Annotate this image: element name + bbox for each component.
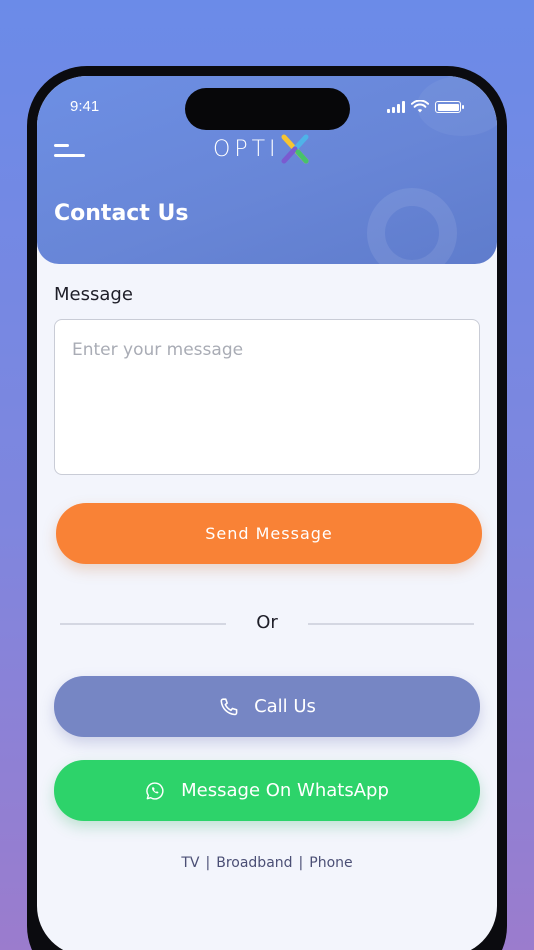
- status-icons: [387, 100, 464, 113]
- or-divider: Or: [60, 612, 474, 636]
- dynamic-island: [185, 88, 350, 130]
- whatsapp-button[interactable]: Message On WhatsApp: [54, 760, 480, 821]
- app-screen: 9:41 OPTI Contact Us Message Enter your …: [37, 76, 497, 950]
- logo-text: OPTI: [213, 136, 280, 162]
- logo-x-mark: [281, 134, 309, 164]
- footer-link-phone[interactable]: Phone: [309, 855, 352, 871]
- optix-logo: OPTI: [213, 132, 312, 166]
- call-us-label: Call Us: [254, 696, 316, 717]
- whatsapp-icon: [146, 781, 164, 800]
- battery-icon: [435, 101, 464, 113]
- send-message-label: Send Message: [205, 524, 333, 543]
- footer-link-broadband[interactable]: Broadband: [216, 855, 292, 871]
- page-title: Contact Us: [54, 201, 189, 226]
- wifi-icon: [411, 100, 429, 113]
- call-us-button[interactable]: Call Us: [54, 676, 480, 737]
- message-input[interactable]: [54, 319, 480, 475]
- hamburger-menu-icon[interactable]: [54, 142, 86, 162]
- footer-link-tv[interactable]: TV: [181, 855, 199, 871]
- header-ring-decoration: [367, 188, 457, 264]
- message-label: Message: [54, 284, 133, 305]
- phone-icon: [220, 697, 238, 715]
- footer-separator: |: [298, 855, 304, 871]
- footer-separator: |: [205, 855, 211, 871]
- cellular-signal-icon: [387, 101, 405, 113]
- send-message-button[interactable]: Send Message: [56, 503, 482, 564]
- footer-links: TV | Broadband | Phone: [37, 855, 497, 871]
- app-header: 9:41 OPTI Contact Us: [37, 76, 497, 264]
- whatsapp-label: Message On WhatsApp: [181, 780, 389, 801]
- status-time: 9:41: [70, 98, 100, 115]
- divider-line-right: [308, 623, 474, 625]
